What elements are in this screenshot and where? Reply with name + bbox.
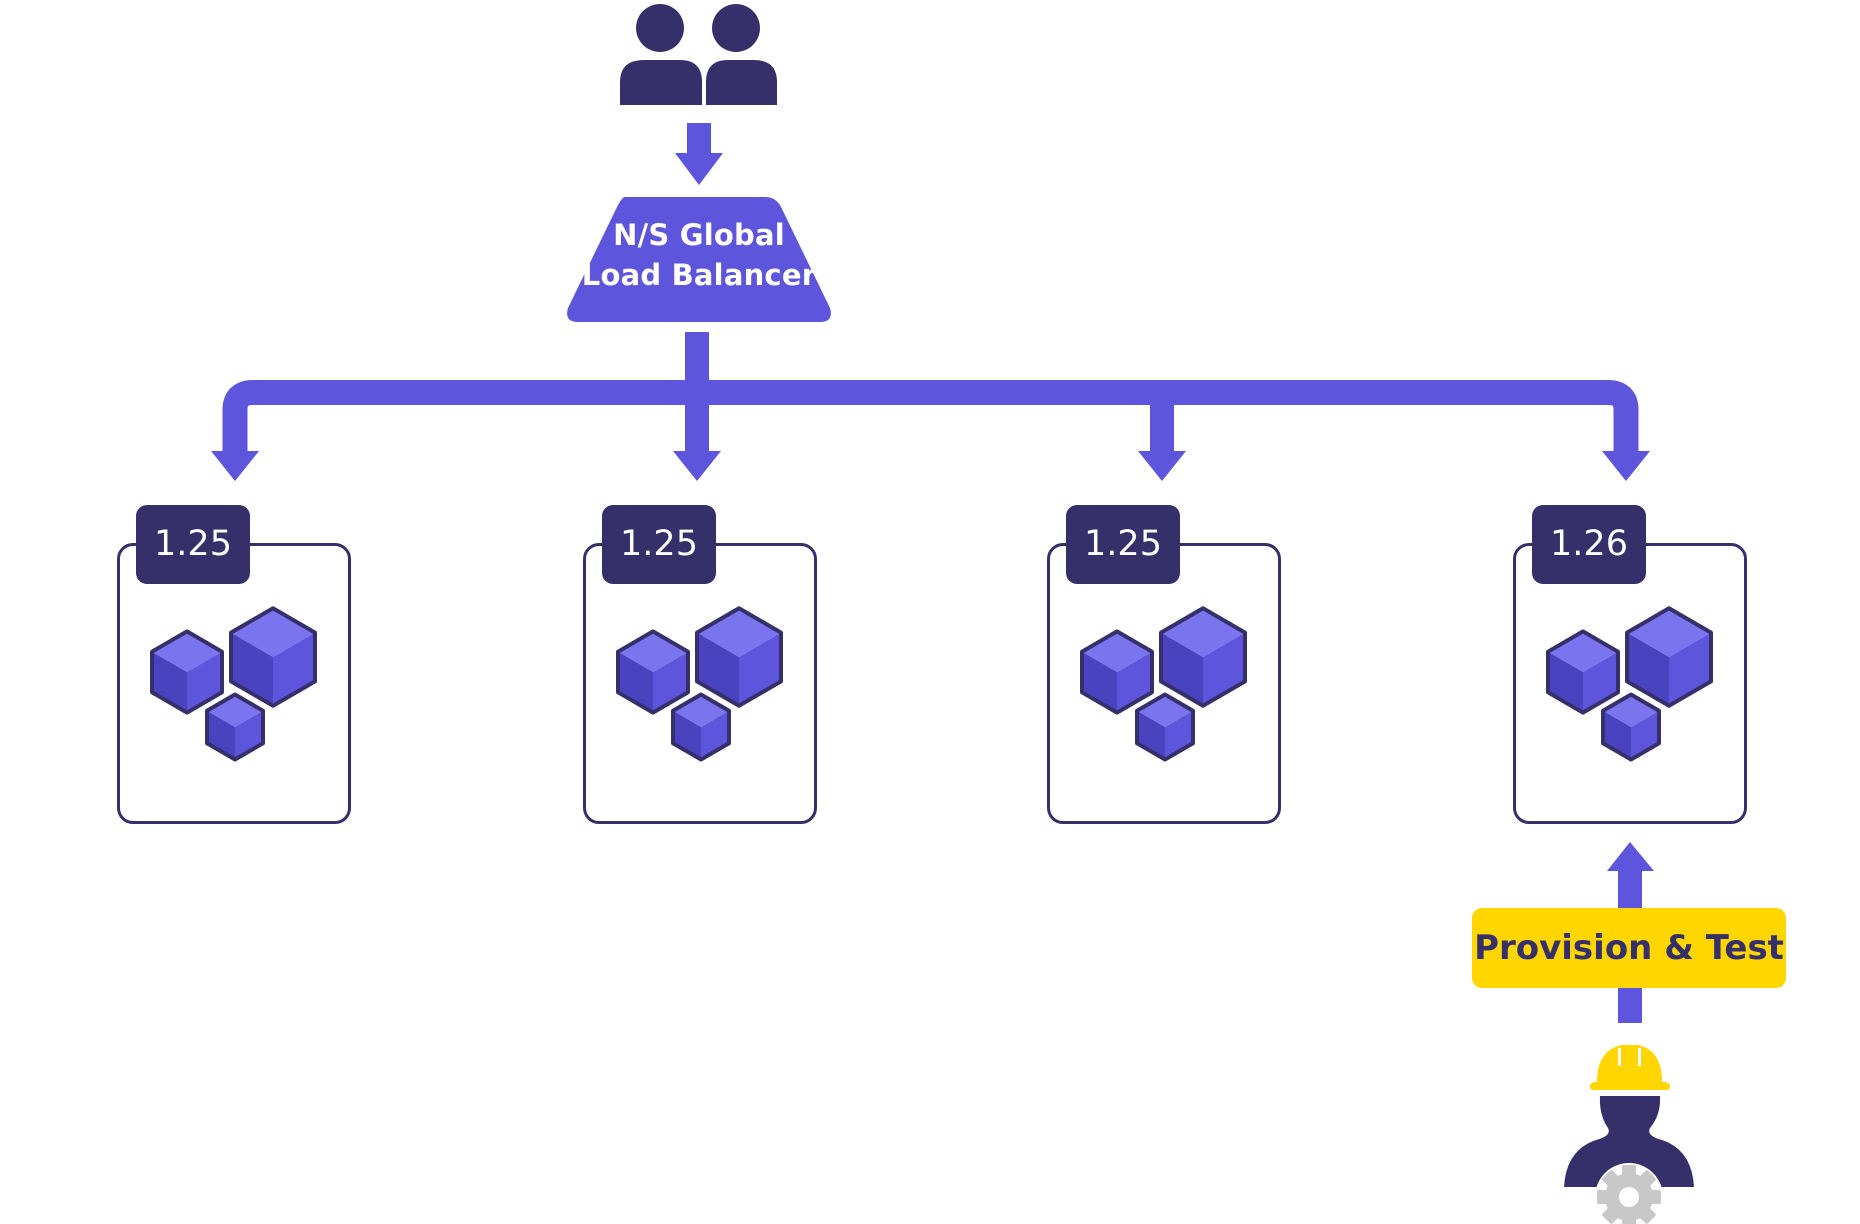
- kubernetes-workloads-icon: [1546, 606, 1713, 762]
- cube-icon: [616, 629, 690, 715]
- cube-icon: [205, 692, 265, 762]
- cluster-4: 1.26: [1513, 505, 1747, 824]
- load-balancer-label: N/S Global Load Balancer: [568, 215, 830, 295]
- cube-icon: [671, 692, 731, 762]
- provision-and-test-badge: Provision & Test: [1472, 908, 1786, 988]
- kubernetes-workloads-icon: [1080, 606, 1247, 762]
- cube-icon: [695, 606, 783, 708]
- distribution-bus: [222, 380, 1639, 452]
- cluster-version-tag: 1.26: [1532, 505, 1646, 584]
- arrow-to-cluster-3: [1138, 451, 1186, 481]
- cube-icon: [150, 629, 224, 715]
- engineer-with-gear-icon: [1564, 1045, 1694, 1224]
- arrow-users-to-load-balancer: [675, 123, 723, 185]
- cube-icon: [229, 606, 317, 708]
- load-balancer-label-line-2: Load Balancer: [581, 258, 817, 292]
- kubernetes-workloads-icon: [616, 606, 783, 762]
- cluster-1: 1.25: [117, 505, 351, 824]
- cube-icon: [1546, 629, 1620, 715]
- cluster-version-tag: 1.25: [1066, 505, 1180, 584]
- load-balancer-label-line-1: N/S Global: [613, 218, 785, 252]
- arrow-to-cluster-2: [673, 451, 721, 481]
- users-icon: [620, 4, 777, 105]
- arrow-to-cluster-4: [1602, 451, 1650, 481]
- cube-icon: [1601, 692, 1661, 762]
- cube-icon: [1080, 629, 1154, 715]
- cube-icon: [1159, 606, 1247, 708]
- cluster-2: 1.25: [583, 505, 817, 824]
- cluster-version-tag: 1.25: [602, 505, 716, 584]
- cube-icon: [1135, 692, 1195, 762]
- kubernetes-workloads-icon: [150, 606, 317, 762]
- arrow-to-cluster-1: [211, 451, 259, 481]
- bus-drop-line-3: [1150, 392, 1174, 454]
- cube-icon: [1625, 606, 1713, 708]
- cluster-version-tag: 1.25: [136, 505, 250, 584]
- cluster-3: 1.25: [1047, 505, 1281, 824]
- load-balancer-drop-line: [685, 332, 709, 382]
- bus-drop-line-2: [685, 392, 709, 454]
